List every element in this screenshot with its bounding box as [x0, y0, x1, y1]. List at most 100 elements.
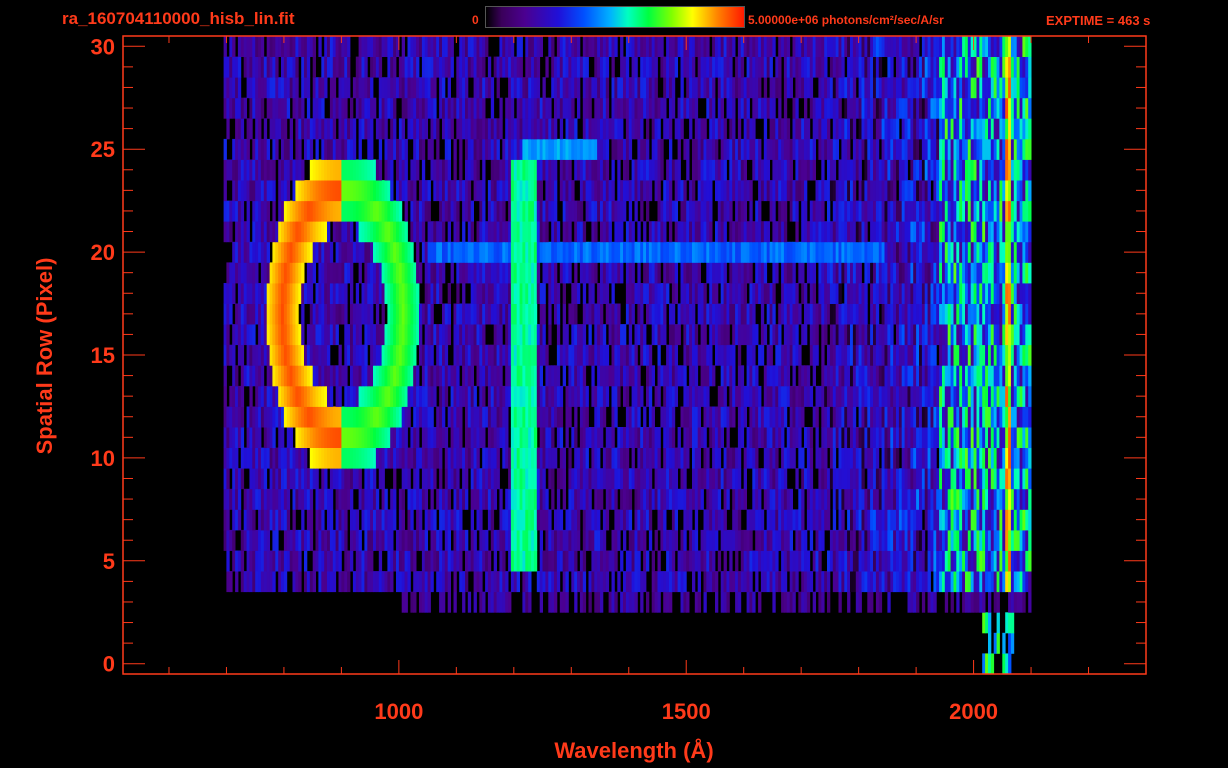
heatmap-cell [990, 200, 995, 222]
heatmap-cell [686, 324, 690, 346]
heatmap-cell [255, 571, 259, 593]
heatmap-cell [502, 180, 506, 202]
heatmap-cell [309, 427, 314, 448]
heatmap-cell [556, 283, 561, 304]
heatmap-cell [694, 447, 699, 469]
heatmap-cell [536, 571, 541, 593]
heatmap-cell [456, 385, 460, 407]
heatmap-cell [944, 571, 949, 593]
heatmap-cell [545, 571, 549, 593]
heatmap-cell [792, 241, 796, 263]
heatmap-cell [542, 488, 546, 510]
heatmap-cell [525, 365, 529, 387]
heatmap-cell [646, 283, 650, 304]
heatmap-cell [967, 303, 972, 325]
heatmap-cell [321, 221, 325, 243]
heatmap-cell [487, 447, 492, 469]
heatmap-cell [870, 324, 874, 346]
heatmap-cell [760, 324, 765, 346]
heatmap-cell [637, 550, 641, 572]
heatmap-cell [462, 262, 466, 284]
heatmap-cell [852, 447, 857, 469]
heatmap-cell [967, 571, 972, 593]
heatmap-cell [732, 447, 736, 469]
heatmap-cell [249, 262, 253, 284]
heatmap-cell [815, 344, 819, 366]
heatmap-cell [919, 200, 923, 222]
heatmap-cell [700, 529, 704, 551]
heatmap-cell [637, 221, 641, 243]
heatmap-cell [930, 283, 934, 304]
heatmap-cell [755, 262, 759, 284]
heatmap-cell [272, 221, 276, 243]
heatmap-cell [760, 262, 765, 284]
heatmap-cell [381, 221, 385, 243]
heatmap-cell [401, 303, 405, 325]
heatmap-cell [973, 550, 977, 572]
heatmap-cell [433, 221, 437, 243]
heatmap-cell [916, 427, 920, 448]
heatmap-cell [283, 324, 288, 346]
heatmap-cell [373, 221, 377, 243]
heatmap-cell [993, 529, 997, 551]
heatmap-cell [625, 344, 630, 366]
heatmap-cell [970, 468, 974, 490]
heatmap-cell [712, 509, 716, 531]
heatmap-cell [962, 200, 966, 222]
heatmap-cell [611, 550, 615, 572]
heatmap-cell [806, 509, 811, 531]
heatmap-cell [1025, 571, 1029, 593]
heatmap-cell [646, 468, 650, 490]
heatmap-cell [416, 241, 420, 263]
heatmap-cell [758, 488, 762, 510]
heatmap-cell [321, 468, 325, 490]
heatmap-cell [893, 468, 897, 490]
heatmap-cell [838, 509, 842, 531]
heatmap-cell [505, 591, 509, 613]
heatmap-cell [482, 488, 486, 510]
heatmap-cell [947, 283, 951, 304]
heatmap-cell [401, 591, 405, 613]
heatmap-cell [439, 529, 443, 551]
heatmap-cell [930, 365, 934, 387]
heatmap-cell [775, 427, 779, 448]
heatmap-cell [528, 241, 532, 263]
heatmap-cell [861, 427, 865, 448]
heatmap-cell [775, 262, 779, 284]
heatmap-cell [286, 468, 291, 490]
heatmap-cell [611, 344, 615, 366]
heatmap-cell [666, 283, 670, 304]
heatmap-cell [982, 324, 986, 346]
heatmap-cell [350, 447, 354, 469]
heatmap-cell [513, 303, 518, 325]
heatmap-cell [433, 180, 437, 202]
heatmap-cell [712, 447, 716, 469]
heatmap-cell [884, 283, 888, 304]
heatmap-cell [433, 529, 437, 551]
heatmap-cell [950, 550, 954, 572]
heatmap-cell [755, 447, 759, 469]
heatmap-cell [924, 283, 928, 304]
heatmap-cell [913, 385, 917, 407]
heatmap-cell [832, 283, 837, 304]
heatmap-cell [625, 385, 630, 407]
heatmap-cell [585, 180, 589, 202]
heatmap-cell [390, 221, 394, 243]
heatmap-cell [829, 529, 834, 551]
heatmap-cell [737, 571, 742, 593]
heatmap-cell [979, 200, 983, 222]
heatmap-cell [752, 365, 756, 387]
heatmap-cell [229, 571, 233, 593]
heatmap-cell [240, 385, 245, 407]
heatmap-cell [651, 447, 655, 469]
heatmap-cell [396, 180, 400, 202]
heatmap-cell [887, 509, 891, 531]
heatmap-cell [783, 221, 788, 243]
heatmap-cell [993, 447, 997, 469]
heatmap-cell [318, 262, 322, 284]
heatmap-cell [226, 344, 230, 366]
heatmap-cell [260, 447, 265, 469]
heatmap-cell [283, 180, 288, 202]
heatmap-cell [375, 283, 380, 304]
heatmap-cell [424, 262, 428, 284]
